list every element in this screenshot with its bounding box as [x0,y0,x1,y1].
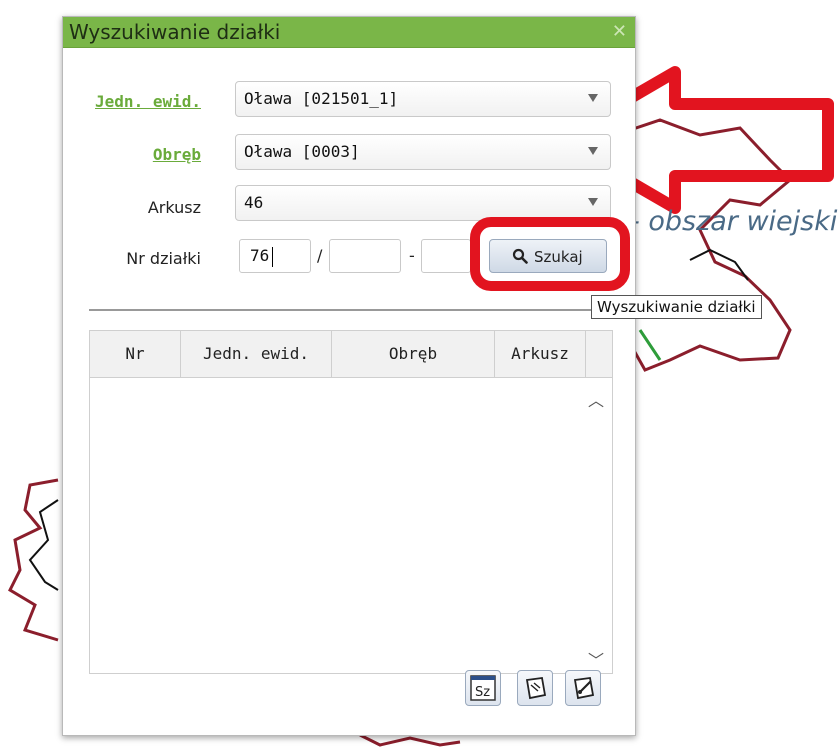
column-header-arkusz[interactable]: Arkusz [495,331,586,377]
dialog-titlebar[interactable]: Wyszukiwanie działki ✕ [63,17,635,48]
district-boundary [626,118,793,372]
jedn-ewid-select[interactable]: Oława [021501_1] [235,81,611,117]
scroll-down-icon[interactable]: ﹀ [588,647,604,671]
slash-separator: / [317,246,323,265]
arkusz-select[interactable]: 46 [235,185,611,221]
arkusz-label: Arkusz [147,198,201,217]
obreb-link[interactable]: Obręb [153,145,201,164]
obreb-select[interactable]: Oława [0003] [235,134,611,170]
district-boundary-bottom [359,733,461,747]
arkusz-value: 46 [244,193,264,212]
polygon-select-icon [525,676,547,700]
chevron-down-icon [588,147,598,155]
chevron-down-icon [588,198,598,206]
nr-dzialki-input[interactable]: 76 [239,239,311,273]
close-icon[interactable]: ✕ [612,21,627,42]
column-header-nr[interactable]: Nr [90,331,181,377]
scroll-up-icon[interactable]: ︿ [588,387,604,411]
text-caret [272,247,273,267]
sz-button[interactable]: Sz [465,670,501,706]
divider [89,309,611,311]
nr-dzialki-value: 76 [250,246,270,265]
jedn-ewid-value: Oława [021501_1] [244,89,399,108]
nr-dzialki-part2-input[interactable] [329,239,401,273]
green-boundary [638,329,662,361]
column-header-jedn-ewid[interactable]: Jedn. ewid. [181,331,332,377]
draw-parcel-button[interactable] [517,670,553,706]
svg-text:Sz: Sz [475,685,490,700]
jedn-ewid-link[interactable]: Jedn. ewid. [95,92,201,111]
dash-separator: - [409,246,415,265]
nr-dzialki-label: Nr działki [126,249,201,268]
results-table: Nr Jedn. ewid. Obręb Arkusz ︿ ﹀ [89,330,613,674]
chevron-down-icon [588,94,598,102]
map-area-label: - obszar wiejski [630,206,838,237]
dialog-title: Wyszukiwanie działki [69,20,281,44]
edit-parcel-button[interactable] [565,670,601,706]
parcel-search-dialog: Wyszukiwanie działki ✕ Jedn. ewid. Oława… [62,16,636,736]
sz-icon: Sz [470,675,496,701]
parcel-boundary-left [28,499,59,591]
nr-dzialki-part3-input[interactable] [421,239,471,273]
polygon-edit-icon [573,676,595,700]
table-header: Nr Jedn. ewid. Obręb Arkusz [90,331,612,378]
column-header-obreb[interactable]: Obręb [332,331,495,377]
search-tooltip: Wyszukiwanie działki [591,295,762,319]
annotation-rectangle [470,217,630,291]
obreb-value: Oława [0003] [244,142,360,161]
